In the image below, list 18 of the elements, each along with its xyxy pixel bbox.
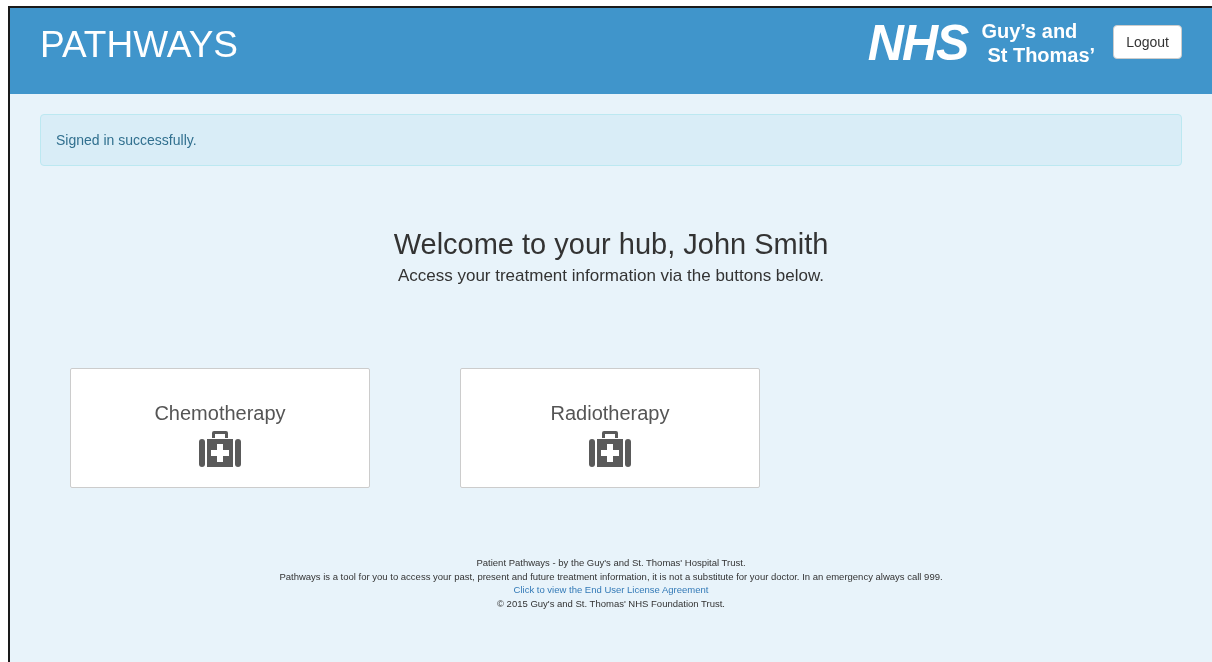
nhs-logo: NHS [867, 18, 968, 68]
footer-text: Patient Pathways - by the Guy's and St. Thomas' Hospital Trust. [476, 556, 746, 570]
trust-name: Guy’s and [981, 19, 1079, 43]
card-label: Chemotherapy [154, 401, 286, 425]
logout-button[interactable]: Logout [1113, 25, 1182, 59]
trust-name: St Thomas’ [986, 43, 1096, 67]
medical-kit-icon [589, 431, 631, 467]
success-alert: Signed in successfully. [40, 114, 1182, 166]
medical-kit-icon [199, 431, 241, 467]
app-title: PATHWAYS [40, 25, 239, 65]
footer-text: Pathways is a tool for you to access your past, present and future treatment information, it is not a substitute for your doctor. In an emergency always call 999. [279, 569, 943, 583]
license-link[interactable]: Click to view the End User License Agreement [513, 583, 709, 597]
footer-text: © 2015 Guy's and St. Thomas' NHS Foundation Trust. [497, 596, 725, 610]
treatment-card[interactable]: Chemotherapy [70, 368, 370, 488]
treatment-card[interactable]: Radiotherapy [460, 368, 760, 488]
welcome-subtitle: Access your treatment information via the buttons below. [397, 265, 825, 287]
card-label: Radiotherapy [550, 401, 670, 425]
welcome-heading: Welcome to your hub, John Smith [393, 227, 829, 262]
